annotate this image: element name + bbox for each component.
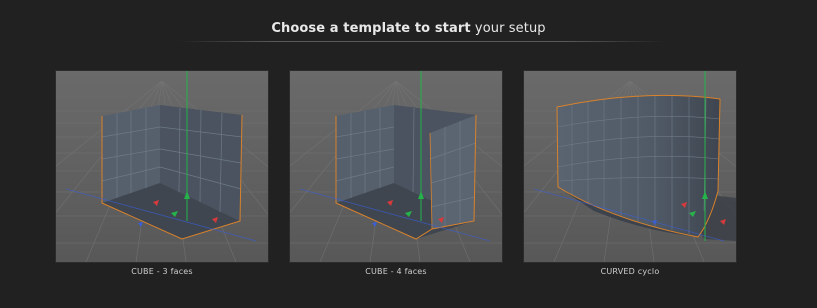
header: Choose a template to start your setup — [0, 0, 817, 44]
template-thumbnail-cube-3-faces — [55, 70, 269, 263]
template-label: CUBE - 4 faces — [365, 267, 427, 276]
title-rest: your setup — [474, 21, 546, 36]
template-thumbnail-cube-4-faces — [289, 70, 503, 263]
title-divider — [178, 41, 664, 42]
template-label: CUBE - 3 faces — [131, 267, 193, 276]
template-card-cube-3-faces[interactable] — [55, 70, 269, 263]
title-bold: Choose a template to start — [271, 21, 471, 36]
template-label: CURVED cyclo — [600, 267, 660, 276]
page-title: Choose a template to start your setup — [0, 21, 817, 36]
template-card-cube-4-faces[interactable] — [289, 70, 503, 263]
template-card-curved-cyclo[interactable] — [523, 70, 737, 263]
template-thumbnail-curved-cyclo — [523, 70, 737, 263]
